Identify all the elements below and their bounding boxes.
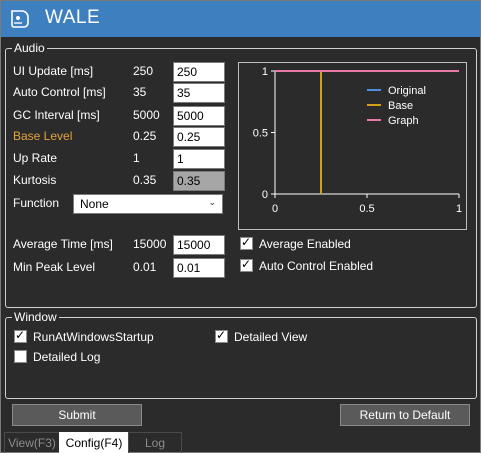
kurtosis-input: [173, 171, 225, 191]
checkbox-box: ✓: [240, 235, 253, 250]
average-time-label: Average Time [ms]: [13, 237, 113, 251]
x-tick-label: 1: [456, 203, 462, 215]
kurtosis-value: 0.35: [133, 173, 157, 187]
run-at-startup-checkbox[interactable]: ✓ RunAtWindowsStartup: [14, 328, 154, 344]
average-enabled-label: Average Enabled: [259, 237, 351, 251]
base-level-label: Base Level: [13, 129, 73, 143]
level-chart-svg: 0 0.5 1 0 0.5 1 Original Base Graph: [253, 66, 462, 215]
up-rate-input[interactable]: [173, 149, 225, 169]
up-rate-label: Up Rate: [13, 151, 58, 165]
level-chart: 0 0.5 1 0 0.5 1 Original Base Graph: [238, 62, 467, 230]
average-time-input[interactable]: [173, 235, 225, 255]
checkbox-box: [14, 350, 27, 363]
average-enabled-checkbox[interactable]: ✓ Average Enabled: [240, 235, 351, 251]
checkmark-icon: ✓: [216, 328, 227, 342]
checkbox-box: ✓: [215, 328, 228, 343]
run-at-startup-label: RunAtWindowsStartup: [33, 330, 154, 344]
auto-control-input[interactable]: [173, 83, 225, 103]
function-select[interactable]: None ⌄: [73, 194, 223, 214]
checkmark-icon: ✓: [241, 235, 252, 249]
y-tick-label: 1: [262, 66, 268, 78]
gc-interval-value: 5000: [133, 108, 160, 122]
tab-log[interactable]: Log: [128, 432, 182, 453]
detailed-view-label: Detailed View: [234, 330, 308, 344]
ui-update-value: 250: [133, 64, 154, 78]
x-tick-label: 0.5: [359, 203, 374, 215]
average-time-value: 15000: [133, 237, 167, 251]
detailed-view-checkbox[interactable]: ✓ Detailed View: [215, 328, 308, 344]
base-level-value: 0.25: [133, 129, 157, 143]
gc-interval-label: GC Interval [ms]: [13, 108, 100, 122]
checkmark-icon: ✓: [241, 257, 252, 271]
auto-control-value: 35: [133, 85, 147, 99]
title-bar: WALE: [1, 1, 480, 37]
min-peak-value: 0.01: [133, 260, 157, 274]
function-label: Function: [13, 196, 60, 210]
chevron-down-icon: ⌄: [208, 197, 216, 207]
up-rate-value: 1: [133, 151, 140, 165]
tab-view[interactable]: View(F3): [4, 432, 60, 453]
auto-control-label: Auto Control [ms]: [13, 85, 106, 99]
y-tick-label: 0.5: [253, 128, 268, 140]
checkbox-box: ✓: [14, 328, 27, 343]
app-logo-icon: [11, 10, 29, 28]
x-tick-label: 0: [272, 203, 278, 215]
detailed-log-checkbox[interactable]: Detailed Log: [14, 350, 100, 364]
y-tick-label: 0: [262, 189, 268, 201]
auto-control-enabled-checkbox[interactable]: ✓ Auto Control Enabled: [240, 257, 374, 273]
gc-interval-input[interactable]: [173, 106, 225, 126]
tab-config[interactable]: Config(F4): [59, 432, 129, 453]
legend-label-original: Original: [388, 85, 426, 97]
ui-update-input[interactable]: [173, 62, 225, 82]
audio-group-label: Audio: [12, 41, 47, 55]
app-window: WALE Audio UI Update [ms] 250 Auto Contr…: [0, 0, 481, 453]
detailed-log-label: Detailed Log: [33, 350, 101, 364]
tab-bar: View(F3) Config(F4) Log: [1, 429, 480, 453]
base-level-input[interactable]: [173, 127, 225, 147]
auto-control-enabled-label: Auto Control Enabled: [259, 259, 374, 273]
min-peak-label: Min Peak Level: [13, 260, 96, 274]
kurtosis-label: Kurtosis: [13, 173, 57, 187]
return-to-default-button[interactable]: Return to Default: [340, 404, 470, 426]
ui-update-label: UI Update [ms]: [13, 64, 94, 78]
window-title: WALE: [45, 7, 101, 28]
window-group-label: Window: [12, 310, 59, 324]
checkmark-icon: ✓: [15, 328, 26, 342]
submit-button[interactable]: Submit: [12, 404, 142, 426]
function-select-value: None: [80, 197, 109, 211]
min-peak-input[interactable]: [173, 258, 225, 278]
legend-label-base: Base: [388, 100, 413, 112]
legend-label-graph: Graph: [388, 115, 419, 127]
checkbox-box: ✓: [240, 257, 253, 272]
